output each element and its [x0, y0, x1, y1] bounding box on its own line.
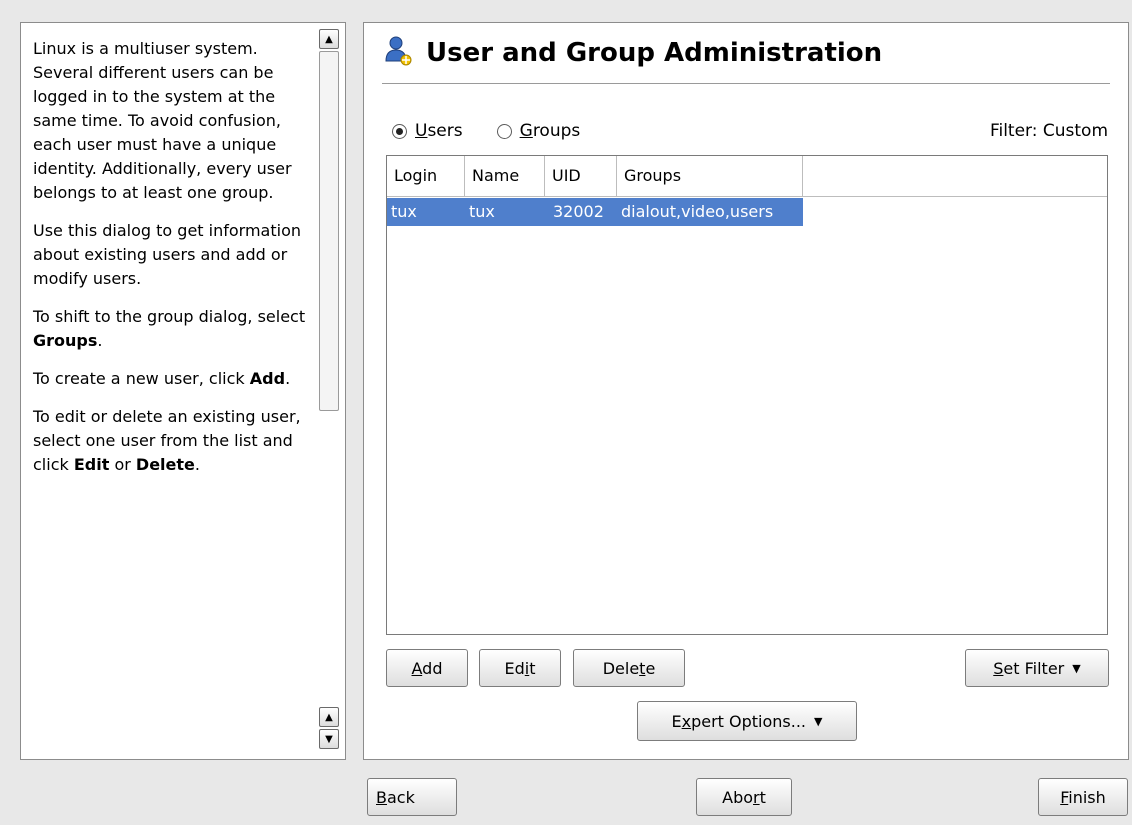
view-selector: Users Groups Filter: Custom [392, 119, 1108, 143]
scroll-up-button-bottom[interactable]: ▲ [319, 707, 339, 727]
edit-button[interactable]: Edit [479, 649, 561, 687]
column-header-name[interactable]: Name [465, 156, 545, 196]
delete-button[interactable]: Delete [573, 649, 685, 687]
help-scrollbar[interactable]: ▲ ▲ ▼ [319, 29, 339, 749]
abort-button[interactable]: Abort [696, 778, 792, 816]
chevron-down-icon: ▼ [1072, 661, 1081, 675]
scroll-up-button[interactable]: ▲ [319, 29, 339, 49]
filter-label: Filter: Custom [989, 121, 1108, 141]
scrollbar-thumb[interactable] [319, 51, 339, 411]
set-filter-button[interactable]: Set Filter ▼ [965, 649, 1109, 687]
users-radio[interactable]: Users [392, 121, 463, 141]
users-table[interactable]: Login Name UID Groups tux tux 32002 dial… [386, 155, 1108, 635]
help-text: Linux is a multiuser system. Several dif… [33, 37, 315, 491]
table-header: Login Name UID Groups [387, 156, 1107, 197]
title-divider [382, 83, 1110, 84]
cell-groups: dialout,video,users [621, 202, 774, 221]
help-paragraph-groups: To shift to the group dialog, select Gro… [33, 307, 306, 350]
cell-name: tux [469, 202, 495, 221]
help-paragraph-intro: Linux is a multiuser system. Several dif… [33, 39, 292, 202]
column-header-uid[interactable]: UID [545, 156, 617, 196]
radio-checked-icon [392, 123, 407, 139]
arrow-down-icon: ▼ [325, 733, 333, 745]
arrow-up-icon: ▲ [325, 33, 333, 45]
arrow-up-icon: ▲ [325, 711, 333, 723]
users-radio-label: Users [415, 121, 463, 141]
expert-options-button[interactable]: Expert Options... ▼ [637, 701, 857, 741]
help-paragraph-add: To create a new user, click Add. [33, 369, 291, 388]
help-paragraph-edit: To edit or delete an existing user, sele… [33, 407, 301, 474]
back-button[interactable]: Back [367, 778, 457, 816]
radio-unchecked-icon [496, 123, 512, 139]
help-panel: Linux is a multiuser system. Several dif… [20, 22, 346, 760]
finish-button[interactable]: Finish [1038, 778, 1128, 816]
help-paragraph-usage: Use this dialog to get information about… [33, 221, 301, 288]
scroll-down-button[interactable]: ▼ [319, 729, 339, 749]
chevron-down-icon: ▼ [814, 714, 823, 728]
cell-login: tux [391, 202, 417, 221]
groups-radio-label: Groups [519, 121, 581, 141]
column-header-groups[interactable]: Groups [617, 156, 803, 196]
users-icon [384, 35, 414, 71]
title-row: User and Group Administration [384, 33, 882, 73]
column-header-login[interactable]: Login [387, 156, 465, 196]
table-row[interactable]: tux tux 32002 dialout,video,users [387, 198, 803, 226]
groups-radio[interactable]: Groups [496, 121, 581, 141]
cell-uid: 32002 [553, 202, 604, 221]
page-title: User and Group Administration [426, 38, 883, 68]
main-panel: User and Group Administration Users Grou… [363, 22, 1129, 760]
add-button[interactable]: Add [386, 649, 468, 687]
